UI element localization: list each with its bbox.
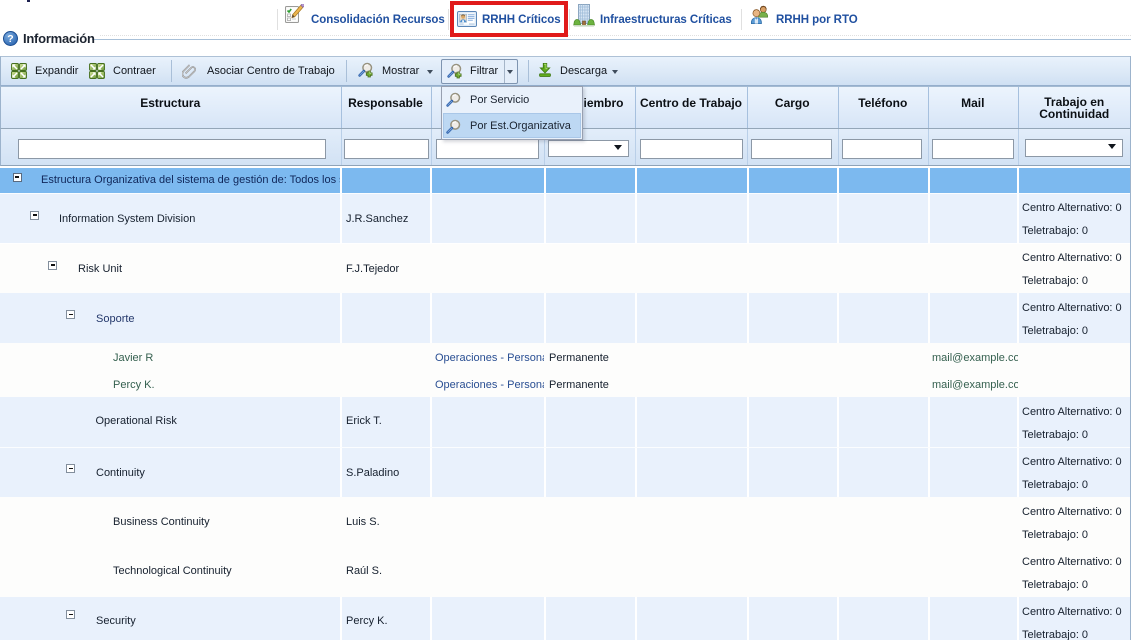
svg-text:?: ? xyxy=(7,33,13,45)
